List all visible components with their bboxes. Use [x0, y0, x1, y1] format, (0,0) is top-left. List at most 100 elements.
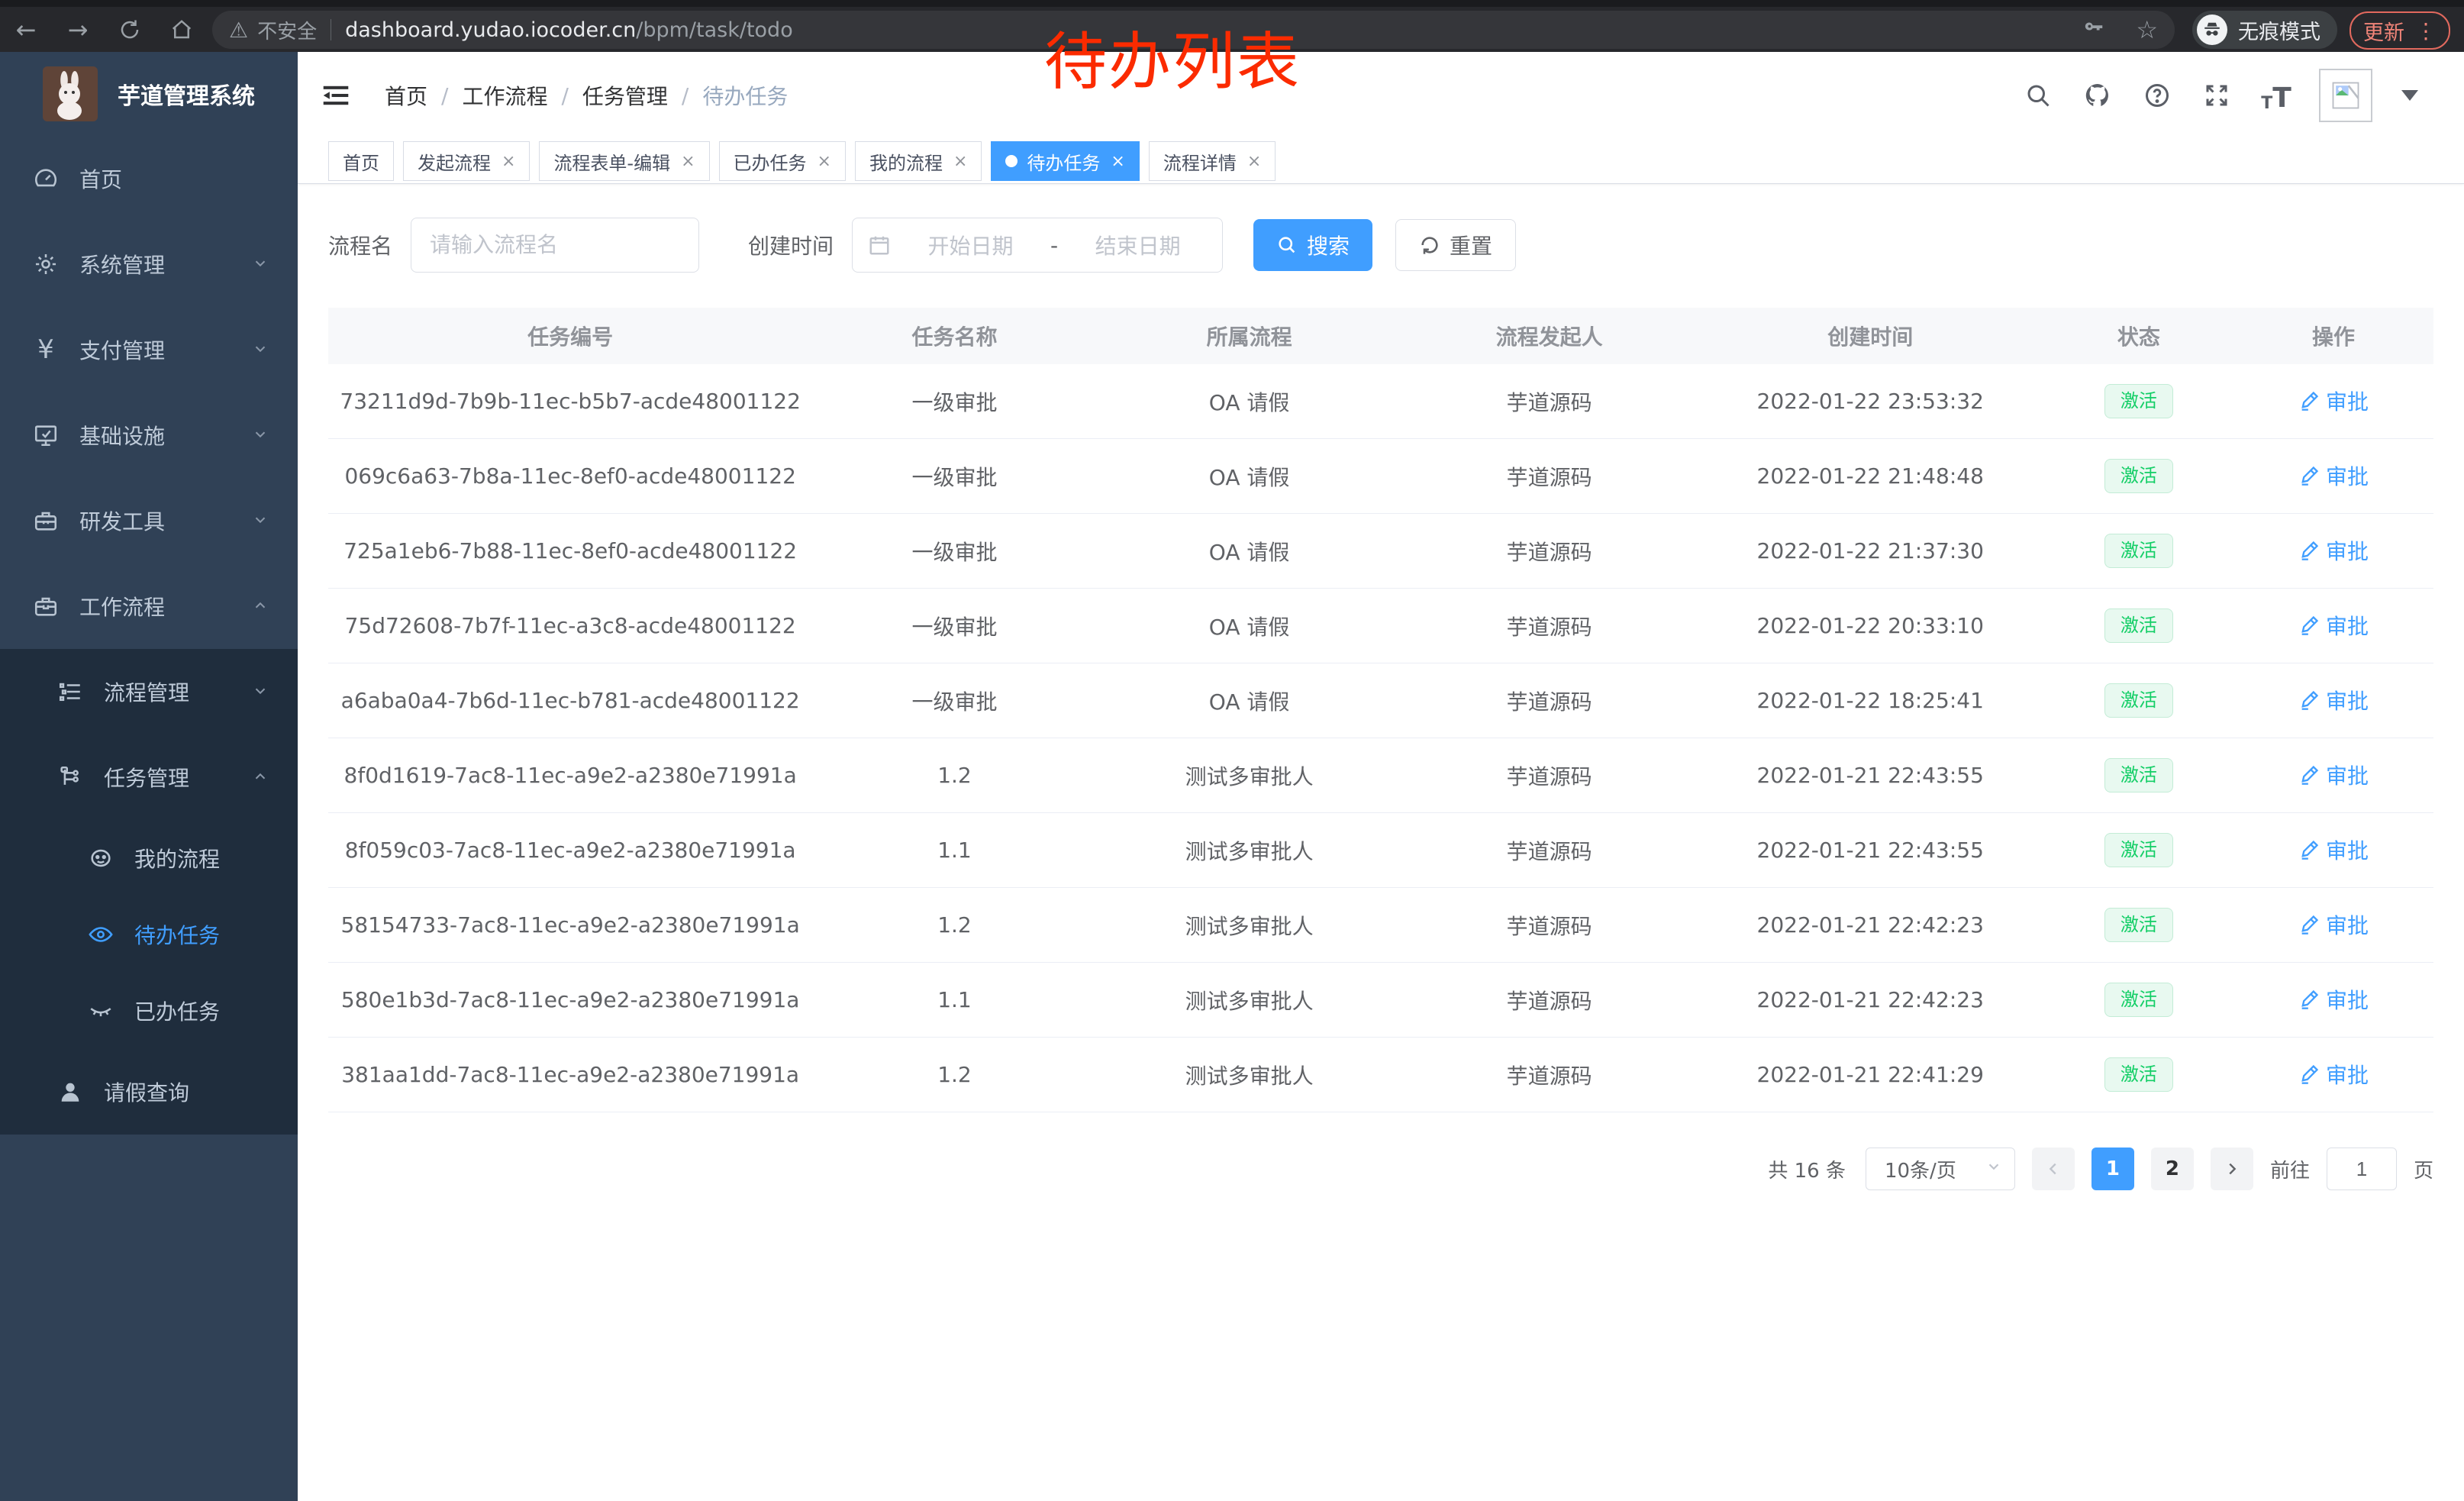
browser-back-button[interactable]: ←: [11, 15, 41, 45]
create-time-cell: 2022-01-21 22:42:23: [1697, 888, 2044, 963]
sidebar-item-process-mgmt[interactable]: 流程管理: [0, 649, 298, 734]
sidebar-menu: 首页 系统管理 ¥ 支付管理 基础设施 研发工具: [0, 136, 298, 1135]
table-row: 8f0d1619-7ac8-11ec-a9e2-a2380e71991a 1.2…: [328, 738, 2433, 813]
status-badge: 激活: [2104, 908, 2173, 942]
chevron-down-icon: [252, 252, 269, 277]
table-row: 069c6a63-7b8a-11ec-8ef0-acde48001122 一级审…: [328, 439, 2433, 514]
sidebar-item-label: 我的流程: [134, 843, 220, 873]
approve-button[interactable]: 审批: [2298, 984, 2369, 1015]
font-size-button[interactable]: TT: [2259, 79, 2293, 112]
user-avatar[interactable]: [2319, 69, 2372, 122]
approve-button[interactable]: 审批: [2298, 535, 2369, 566]
tab-done-tasks[interactable]: 已办任务×: [719, 141, 846, 181]
table-row: 580e1b3d-7ac8-11ec-a9e2-a2380e71991a 1.1…: [328, 963, 2433, 1038]
breadcrumb-task-mgmt[interactable]: 任务管理: [582, 80, 668, 111]
sidebar-item-my-process[interactable]: 我的流程: [0, 820, 298, 896]
create-time-label: 创建时间: [748, 230, 834, 260]
process-name-label: 流程名: [328, 230, 392, 260]
sidebar-item-system[interactable]: 系统管理: [0, 221, 298, 307]
edit-pencil-icon: [2298, 1064, 2320, 1085]
sidebar-item-task-mgmt[interactable]: 任务管理: [0, 734, 298, 820]
process-name-input[interactable]: [411, 218, 699, 273]
tab-my-process[interactable]: 我的流程×: [855, 141, 982, 181]
action-cell: 审批: [2233, 589, 2433, 663]
create-time-cell: 2022-01-21 22:42:23: [1697, 963, 2044, 1038]
sidebar-item-todo-tasks[interactable]: 待办任务: [0, 896, 298, 973]
sidebar-item-done-tasks[interactable]: 已办任务: [0, 973, 298, 1049]
user-icon: [56, 1078, 84, 1106]
breadcrumb-workflow[interactable]: 工作流程: [462, 80, 547, 111]
end-date-placeholder[interactable]: 结束日期: [1069, 230, 1207, 260]
process-cell: OA 请假: [1097, 514, 1402, 589]
edit-pencil-icon: [2298, 615, 2320, 636]
browser-forward-button[interactable]: →: [63, 15, 93, 45]
approve-button[interactable]: 审批: [2298, 386, 2369, 416]
starter-cell: 芋道源码: [1402, 738, 1697, 813]
tab-start-process[interactable]: 发起流程×: [403, 141, 530, 181]
browser-update-button[interactable]: 更新 ⋮: [2350, 11, 2450, 50]
tab-process-detail[interactable]: 流程详情×: [1149, 141, 1276, 181]
sidebar-item-home[interactable]: 首页: [0, 136, 298, 221]
password-key-icon[interactable]: [2082, 17, 2105, 43]
process-cell: OA 请假: [1097, 364, 1402, 439]
page-size-select[interactable]: 10条/页: [1866, 1148, 2015, 1190]
approve-button[interactable]: 审批: [2298, 834, 2369, 865]
help-button[interactable]: [2140, 79, 2174, 112]
header-search-button[interactable]: [2021, 79, 2055, 112]
incognito-icon: [2197, 15, 2227, 45]
tab-home[interactable]: 首页: [328, 141, 394, 181]
page-button-1[interactable]: 1: [2091, 1148, 2134, 1190]
breadcrumb-home[interactable]: 首页: [385, 80, 427, 111]
sidebar-item-leave-query[interactable]: 请假查询: [0, 1049, 298, 1135]
close-icon[interactable]: ×: [1247, 152, 1261, 171]
tab-form-edit[interactable]: 流程表单-编辑×: [539, 141, 709, 181]
close-icon[interactable]: ×: [818, 152, 831, 171]
sidebar-item-devtools[interactable]: 研发工具: [0, 478, 298, 563]
bookmark-star-icon[interactable]: ☆: [2136, 15, 2158, 44]
col-process: 所属流程: [1097, 308, 1402, 364]
close-icon[interactable]: ×: [681, 152, 695, 171]
search-button[interactable]: 搜索: [1253, 219, 1372, 271]
status-badge: 激活: [2104, 534, 2173, 568]
sidebar-item-workflow[interactable]: 工作流程: [0, 563, 298, 649]
browser-home-button[interactable]: [166, 15, 197, 45]
action-cell: 审批: [2233, 1038, 2433, 1112]
sidebar-collapse-button[interactable]: [319, 80, 353, 111]
close-icon[interactable]: ×: [1111, 152, 1124, 171]
app-title: 芋道管理系统: [118, 77, 255, 111]
tab-todo-tasks[interactable]: 待办任务×: [991, 141, 1139, 181]
app-logo: [43, 66, 98, 121]
starter-cell: 芋道源码: [1402, 888, 1697, 963]
goto-label: 前往: [2270, 1155, 2310, 1183]
page-button-2[interactable]: 2: [2151, 1148, 2194, 1190]
approve-button[interactable]: 审批: [2298, 760, 2369, 790]
browser-menu-icon[interactable]: ⋮: [2415, 18, 2437, 44]
status-cell: 激活: [2044, 663, 2233, 738]
home-icon: [170, 18, 193, 41]
task-id-cell: 8f059c03-7ac8-11ec-a9e2-a2380e71991a: [328, 813, 812, 888]
next-page-button[interactable]: [2211, 1148, 2253, 1190]
start-date-placeholder[interactable]: 开始日期: [901, 230, 1040, 260]
sidebar-item-infra[interactable]: 基础设施: [0, 392, 298, 478]
app-logo-row: 芋道管理系统: [0, 52, 298, 136]
sidebar-item-payment[interactable]: ¥ 支付管理: [0, 307, 298, 392]
dashboard-icon: [32, 165, 60, 192]
approve-button[interactable]: 审批: [2298, 909, 2369, 940]
approve-button[interactable]: 审批: [2298, 685, 2369, 715]
avatar-dropdown-caret[interactable]: [2401, 90, 2418, 101]
approve-button[interactable]: 审批: [2298, 1059, 2369, 1089]
reset-button[interactable]: 重置: [1395, 219, 1516, 271]
task-name-cell: 一级审批: [812, 439, 1096, 514]
github-link[interactable]: [2081, 79, 2114, 112]
close-icon[interactable]: ×: [502, 152, 515, 171]
browser-reload-button[interactable]: [114, 15, 145, 45]
close-icon[interactable]: ×: [953, 152, 967, 171]
fullscreen-button[interactable]: [2200, 79, 2233, 112]
approve-button[interactable]: 审批: [2298, 610, 2369, 641]
date-range-picker[interactable]: 开始日期 - 结束日期: [852, 218, 1223, 273]
approve-button[interactable]: 审批: [2298, 460, 2369, 491]
goto-page-input[interactable]: [2327, 1148, 2397, 1190]
process-cell: 测试多审批人: [1097, 1038, 1402, 1112]
prev-page-button[interactable]: [2032, 1148, 2075, 1190]
task-name-cell: 1.2: [812, 888, 1096, 963]
